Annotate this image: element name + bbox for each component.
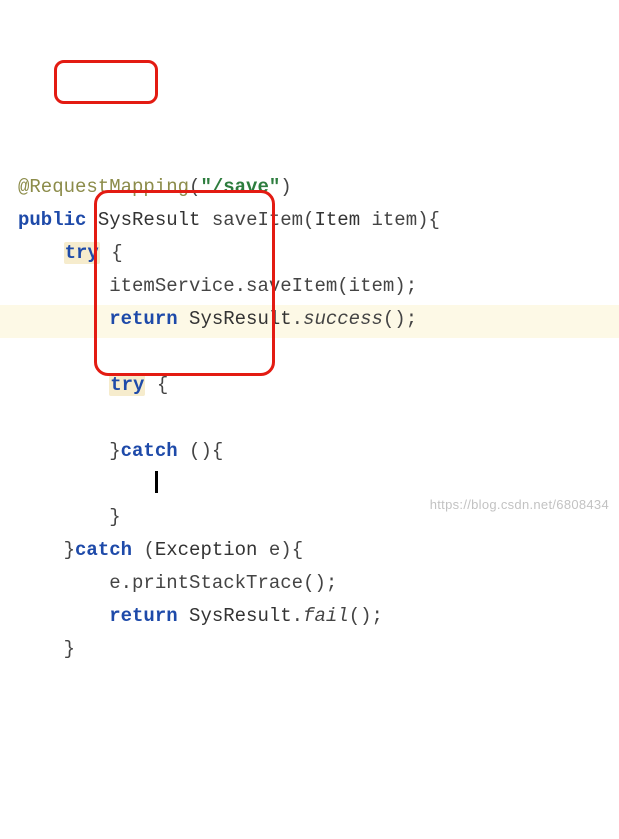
code-line: return SysResult.fail(); [18, 605, 383, 627]
highlighted-try: try [109, 374, 145, 396]
text-caret [155, 471, 158, 493]
code-line: public SysResult saveItem(Item item){ [18, 209, 440, 231]
code-line: @RequestMapping("/save") [18, 176, 292, 198]
highlighted-try: try [64, 242, 100, 264]
annotation: @RequestMapping [18, 176, 189, 198]
code-line [18, 473, 158, 495]
code-editor: @RequestMapping("/save") public SysResul… [0, 0, 619, 839]
code-content: @RequestMapping("/save") public SysResul… [18, 138, 611, 699]
code-line: e.printStackTrace(); [18, 572, 337, 594]
code-line: } [18, 506, 121, 528]
code-line: } [18, 638, 75, 660]
code-line: }catch (){ [18, 440, 223, 462]
code-line: try { [18, 374, 168, 396]
code-line: return SysResult.success(); [18, 308, 417, 330]
annotation-box-try1 [54, 60, 158, 104]
code-line: itemService.saveItem(item); [18, 275, 417, 297]
string-literal: "/save" [200, 176, 280, 198]
code-line: }catch (Exception e){ [18, 539, 303, 561]
code-line: try { [18, 242, 123, 264]
